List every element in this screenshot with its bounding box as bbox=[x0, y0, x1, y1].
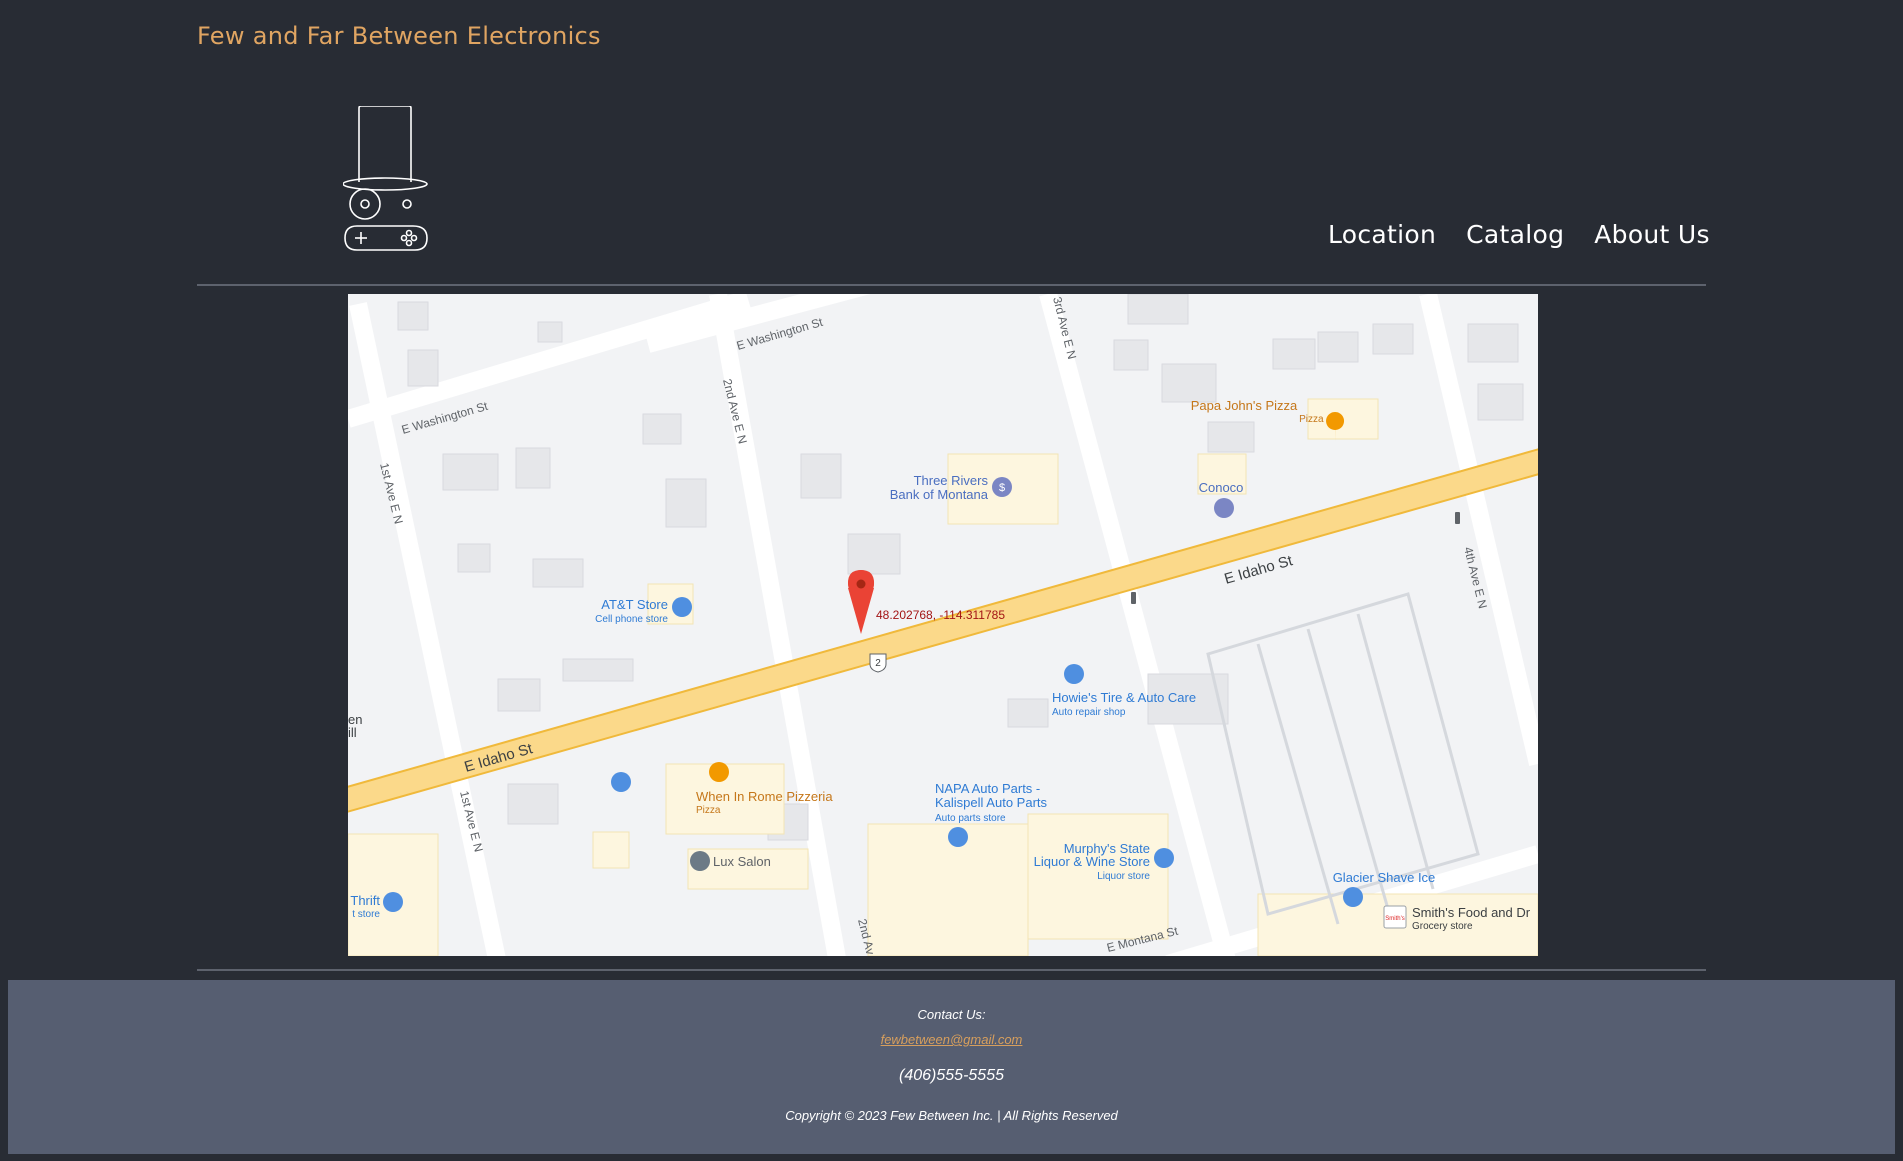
restaurant-pin-icon bbox=[709, 762, 729, 782]
svg-text:Grocery store: Grocery store bbox=[1412, 921, 1473, 932]
poi-lux-salon[interactable]: Lux Salon bbox=[690, 851, 771, 871]
svg-text:Lux Salon: Lux Salon bbox=[713, 854, 771, 869]
svg-text:Smith's Food and Dr: Smith's Food and Dr bbox=[1412, 905, 1531, 920]
svg-text:Papa John's Pizza: Papa John's Pizza bbox=[1191, 398, 1298, 413]
gas-station-pin-icon bbox=[1214, 498, 1234, 518]
shopping-pin-icon bbox=[948, 827, 968, 847]
svg-text:Liquor store: Liquor store bbox=[1097, 871, 1150, 882]
svg-text:NAPA Auto Parts -: NAPA Auto Parts - bbox=[935, 781, 1040, 796]
nav-about-link[interactable]: About Us bbox=[1594, 220, 1710, 249]
svg-text:Auto repair shop: Auto repair shop bbox=[1052, 707, 1126, 718]
svg-text:Auto parts store: Auto parts store bbox=[935, 813, 1006, 824]
contact-label: Contact Us: bbox=[917, 1007, 986, 1022]
shopping-pin-icon bbox=[1064, 664, 1084, 684]
svg-text:Kalispell Auto Parts: Kalispell Auto Parts bbox=[935, 795, 1048, 810]
svg-text:2: 2 bbox=[875, 658, 881, 669]
nav-location-link[interactable]: Location bbox=[1328, 220, 1436, 249]
svg-text:$: $ bbox=[999, 482, 1005, 494]
route-shield-icon: 2 bbox=[869, 653, 887, 673]
svg-text:When In Rome Pizzeria: When In Rome Pizzeria bbox=[696, 789, 833, 804]
svg-text:Conoco: Conoco bbox=[1199, 480, 1244, 495]
svg-text:ill: ill bbox=[348, 725, 357, 740]
svg-text:Cell phone store: Cell phone store bbox=[595, 614, 668, 625]
footer: Contact Us: fewbetween@gmail.com (406)55… bbox=[8, 980, 1895, 1154]
main-nav: Location Catalog About Us bbox=[1328, 220, 1710, 249]
phone-number: (406)555-5555 bbox=[899, 1067, 1004, 1084]
svg-text:Bank of Montana: Bank of Montana bbox=[890, 487, 989, 502]
location-map[interactable]: E Washington St E Washington St 2nd Ave … bbox=[348, 294, 1538, 956]
svg-text:AT&T Store: AT&T Store bbox=[601, 597, 668, 612]
shopping-pin-icon[interactable] bbox=[611, 772, 631, 792]
traffic-light-icon bbox=[1131, 592, 1136, 604]
svg-text:Smith's: Smith's bbox=[1385, 916, 1404, 922]
svg-text:Thrift: Thrift bbox=[350, 893, 380, 908]
email-link[interactable]: fewbetween@gmail.com bbox=[881, 1032, 1023, 1047]
copyright: Copyright © 2023 Few Between Inc. | All … bbox=[785, 1108, 1118, 1123]
svg-text:Howie's Tire & Auto Care: Howie's Tire & Auto Care bbox=[1052, 690, 1196, 705]
pin-coordinates: 48.202768, -114.311785 bbox=[876, 608, 1005, 622]
svg-text:Three Rivers: Three Rivers bbox=[914, 473, 989, 488]
shopping-pin-icon bbox=[383, 892, 403, 912]
nav-catalog-link[interactable]: Catalog bbox=[1466, 220, 1564, 249]
shopping-pin-icon bbox=[1154, 848, 1174, 868]
shopping-pin-icon bbox=[672, 597, 692, 617]
svg-text:t store: t store bbox=[352, 909, 380, 920]
traffic-light-icon bbox=[1455, 512, 1460, 524]
header-divider bbox=[197, 284, 1706, 286]
brand-title: Few and Far Between Electronics bbox=[197, 22, 601, 50]
place-pin-icon bbox=[690, 851, 710, 871]
shopping-pin-icon bbox=[1343, 887, 1363, 907]
footer-divider bbox=[197, 969, 1706, 971]
svg-text:Pizza: Pizza bbox=[696, 805, 721, 816]
svg-text:Liquor & Wine Store: Liquor & Wine Store bbox=[1034, 854, 1150, 869]
top-hat-robot-gamepad-icon bbox=[343, 106, 428, 251]
svg-text:Glacier Shave Ice: Glacier Shave Ice bbox=[1333, 870, 1436, 885]
